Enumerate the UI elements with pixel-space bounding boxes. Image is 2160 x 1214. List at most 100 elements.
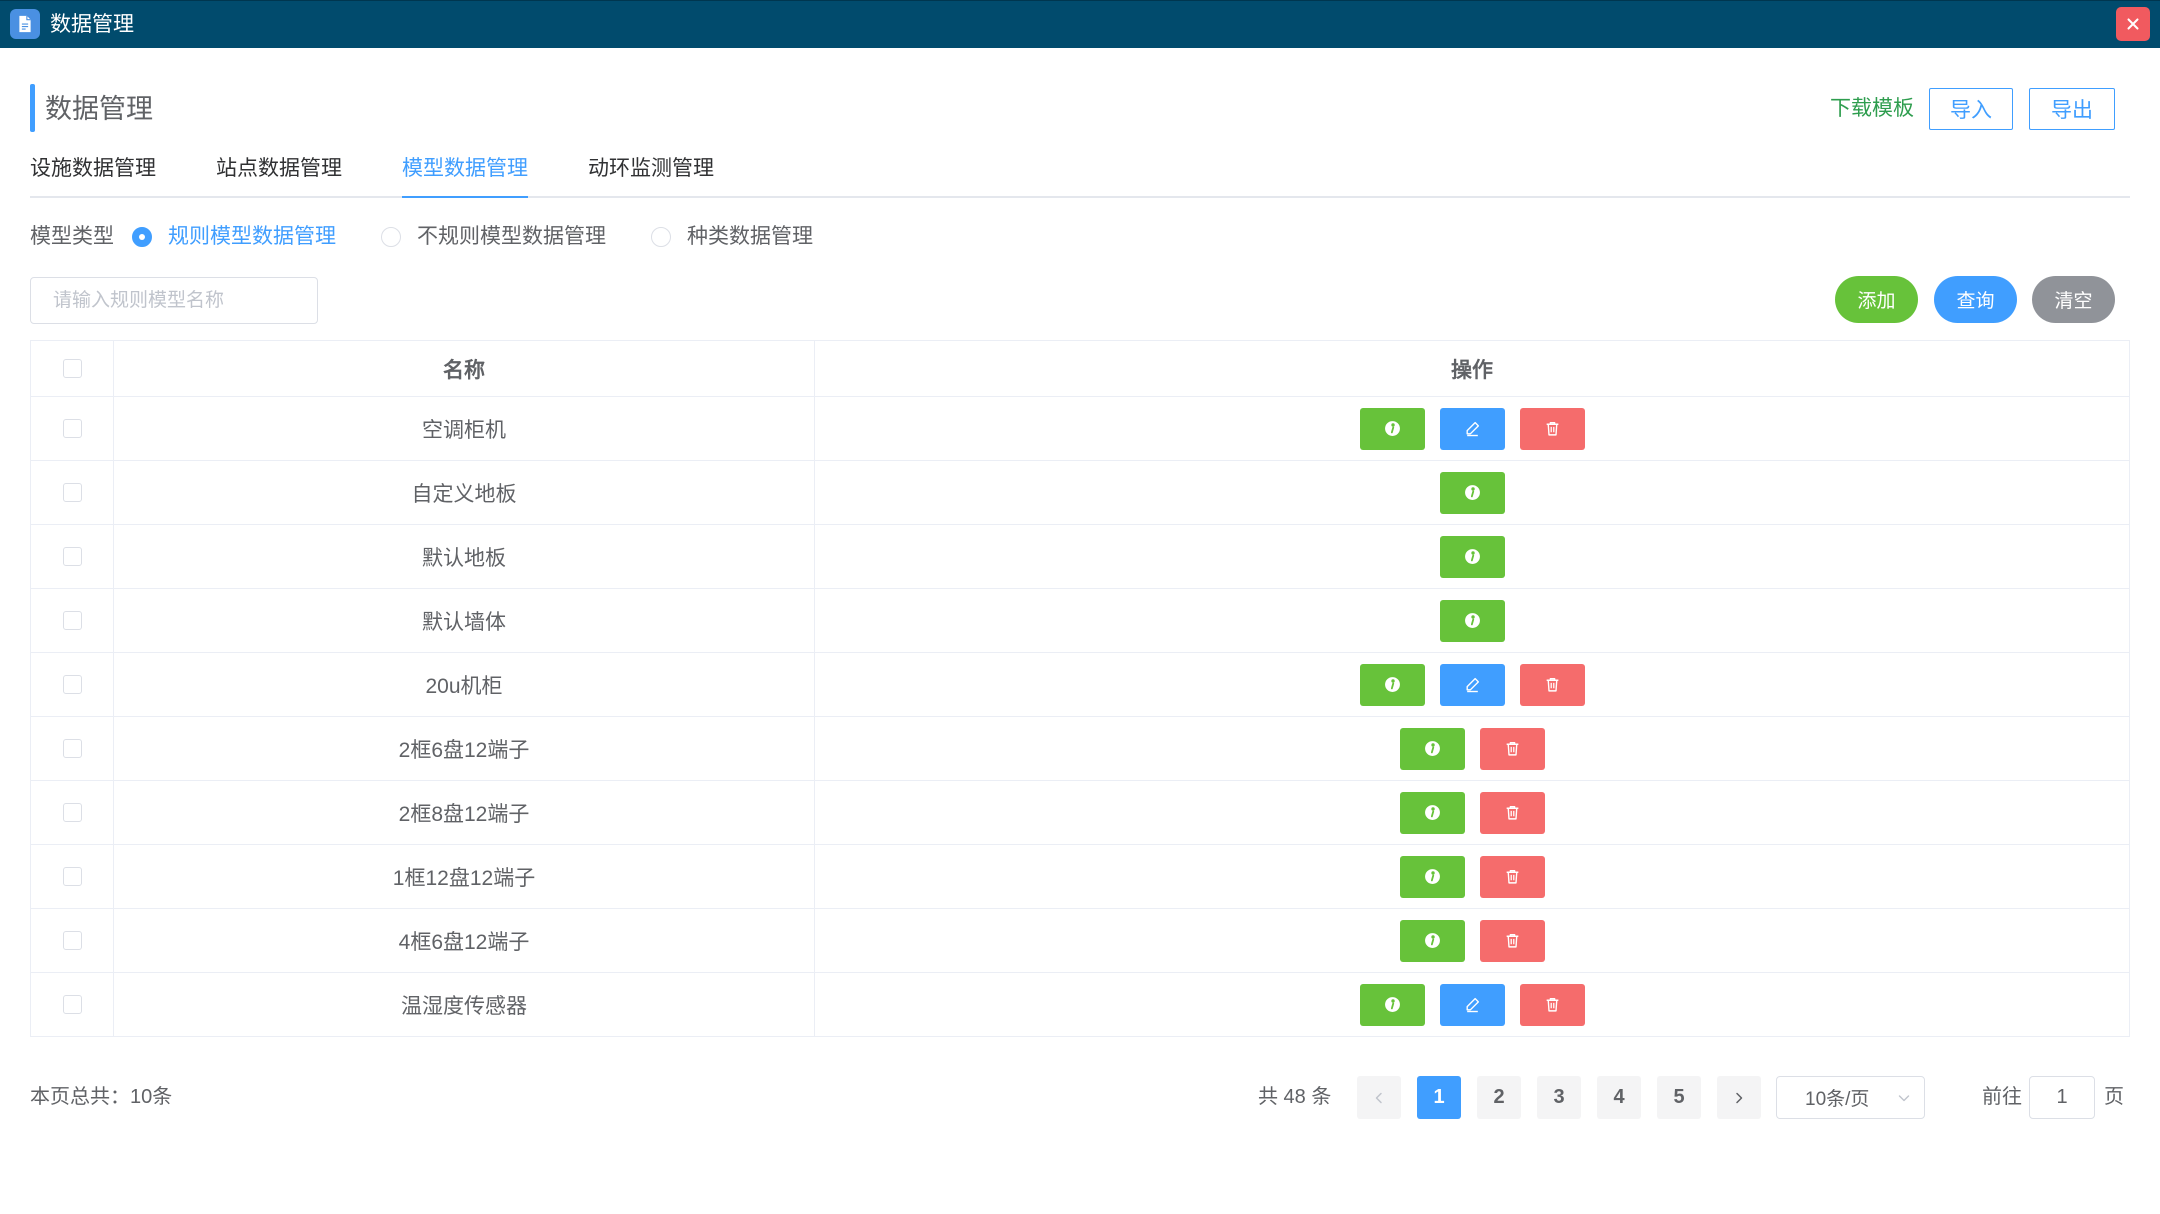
page-title: 数据管理 <box>45 94 153 124</box>
info-button[interactable] <box>1399 727 1465 770</box>
delete-button[interactable] <box>1519 663 1585 706</box>
info-icon <box>1424 868 1441 885</box>
table-row: 温湿度传感器 <box>31 973 2129 1037</box>
select-all-checkbox[interactable] <box>62 359 82 378</box>
row-checkbox-cell <box>31 781 114 844</box>
row-checkbox[interactable] <box>62 995 82 1014</box>
row-checkbox-cell <box>31 845 114 908</box>
row-checkbox[interactable] <box>62 675 82 694</box>
document-icon <box>10 9 40 39</box>
delete-icon <box>1504 932 1521 949</box>
page-button[interactable]: 4 <box>1597 1076 1641 1119</box>
table-row: 2框8盘12端子 <box>31 781 2129 845</box>
page-size-select[interactable]: 10条/页 <box>1776 1076 1925 1119</box>
row-checkbox[interactable] <box>62 419 82 438</box>
row-checkbox-cell <box>31 717 114 780</box>
row-checkbox[interactable] <box>62 547 82 566</box>
info-button[interactable] <box>1399 791 1465 834</box>
row-name: 20u机柜 <box>114 653 815 716</box>
row-checkbox[interactable] <box>62 739 82 758</box>
edit-button[interactable] <box>1439 663 1505 706</box>
next-page-button[interactable] <box>1717 1076 1761 1119</box>
row-checkbox[interactable] <box>62 483 82 502</box>
row-actions <box>815 845 2129 908</box>
row-actions <box>815 461 2129 524</box>
delete-button[interactable] <box>1479 855 1545 898</box>
info-button[interactable] <box>1359 663 1425 706</box>
delete-button[interactable] <box>1519 983 1585 1026</box>
info-button[interactable] <box>1359 407 1425 450</box>
info-button[interactable] <box>1439 471 1505 514</box>
title-accent-bar <box>30 84 35 132</box>
row-actions <box>815 909 2129 972</box>
page-total-count: 本页总共：10条 <box>30 1086 173 1108</box>
page-size-value: 10条/页 <box>1805 1089 1870 1110</box>
import-button[interactable]: 导入 <box>1929 88 2013 130</box>
delete-button[interactable] <box>1519 407 1585 450</box>
radio-label-regular-model[interactable]: 规则模型数据管理 <box>168 222 336 252</box>
delete-icon <box>1544 420 1561 437</box>
row-checkbox[interactable] <box>62 803 82 822</box>
header-checkbox-cell <box>31 341 114 396</box>
row-name: 1框12盘12端子 <box>114 845 815 908</box>
tab-power-env-monitoring[interactable]: 动环监测管理 <box>588 152 714 198</box>
row-name: 默认地板 <box>114 525 815 588</box>
radio-label-category-data[interactable]: 种类数据管理 <box>687 222 813 252</box>
add-button[interactable]: 添加 <box>1835 276 1918 323</box>
goto-page-input[interactable] <box>2029 1076 2095 1119</box>
info-button[interactable] <box>1399 919 1465 962</box>
info-button[interactable] <box>1359 983 1425 1026</box>
goto-suffix: 页 <box>2104 1086 2124 1108</box>
row-checkbox[interactable] <box>62 611 82 630</box>
row-name: 默认墙体 <box>114 589 815 652</box>
edit-icon <box>1464 996 1481 1013</box>
row-actions <box>815 589 2129 652</box>
info-icon <box>1424 932 1441 949</box>
page-button[interactable]: 2 <box>1477 1076 1521 1119</box>
row-checkbox-cell <box>31 461 114 524</box>
table-row: 4框6盘12端子 <box>31 909 2129 973</box>
delete-icon <box>1504 740 1521 757</box>
info-button[interactable] <box>1399 855 1465 898</box>
info-icon <box>1384 420 1401 437</box>
row-checkbox-cell <box>31 973 114 1036</box>
delete-button[interactable] <box>1479 727 1545 770</box>
info-button[interactable] <box>1439 535 1505 578</box>
row-checkbox[interactable] <box>62 931 82 950</box>
edit-button[interactable] <box>1439 983 1505 1026</box>
table-row: 自定义地板 <box>31 461 2129 525</box>
delete-icon <box>1544 996 1561 1013</box>
row-checkbox[interactable] <box>62 867 82 886</box>
page-button[interactable]: 3 <box>1537 1076 1581 1119</box>
close-button[interactable] <box>2116 7 2150 41</box>
search-input[interactable] <box>30 277 318 324</box>
row-name: 2框8盘12端子 <box>114 781 815 844</box>
tab-facility-data[interactable]: 设施数据管理 <box>30 152 156 198</box>
row-checkbox-cell <box>31 397 114 460</box>
row-name: 空调柜机 <box>114 397 815 460</box>
page-button[interactable]: 5 <box>1657 1076 1701 1119</box>
edit-button[interactable] <box>1439 407 1505 450</box>
info-icon <box>1424 804 1441 821</box>
radio-irregular-model[interactable] <box>381 227 401 247</box>
row-actions <box>815 717 2129 780</box>
delete-button[interactable] <box>1479 791 1545 834</box>
table-row: 默认地板 <box>31 525 2129 589</box>
table-row: 1框12盘12端子 <box>31 845 2129 909</box>
export-button[interactable]: 导出 <box>2029 88 2115 130</box>
query-button[interactable]: 查询 <box>1934 276 2017 323</box>
prev-page-button[interactable] <box>1357 1076 1401 1119</box>
delete-button[interactable] <box>1479 919 1545 962</box>
radio-category-data[interactable] <box>651 227 671 247</box>
page-button[interactable]: 1 <box>1417 1076 1461 1119</box>
download-template-link[interactable]: 下载模板 <box>1830 88 1914 130</box>
table-header-row: 名称 操作 <box>31 341 2129 397</box>
chevron-down-icon <box>1896 1090 1912 1106</box>
radio-regular-model[interactable] <box>132 227 152 247</box>
clear-button[interactable]: 清空 <box>2032 276 2115 323</box>
tab-model-data[interactable]: 模型数据管理 <box>402 152 528 198</box>
radio-label-irregular-model[interactable]: 不规则模型数据管理 <box>417 222 606 252</box>
info-button[interactable] <box>1439 599 1505 642</box>
tab-site-data[interactable]: 站点数据管理 <box>216 152 342 198</box>
column-header-name: 名称 <box>114 341 815 396</box>
